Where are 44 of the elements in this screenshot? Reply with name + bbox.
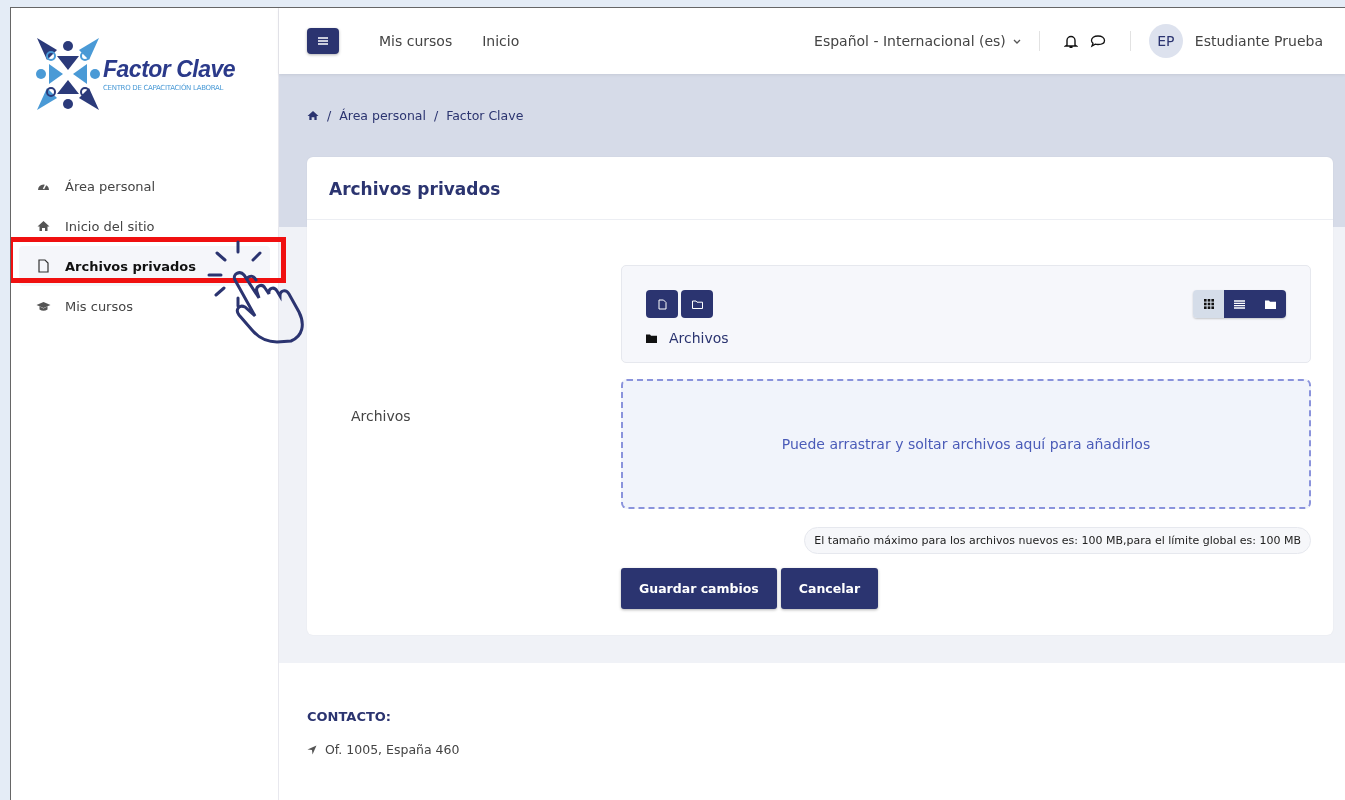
field-label: Archivos	[350, 407, 412, 426]
sidebar-item[interactable]: Mis cursos	[19, 286, 270, 326]
add-file-button[interactable]	[646, 290, 678, 318]
icons-view-button[interactable]	[1193, 290, 1224, 318]
nav-link[interactable]: Mis cursos	[379, 33, 453, 49]
location-arrow-icon	[307, 744, 317, 755]
logo-icon	[35, 36, 101, 112]
user-avatar[interactable]: EP	[1148, 24, 1183, 58]
save-button[interactable]: Guardar cambios	[621, 568, 777, 609]
create-folder-button[interactable]	[681, 290, 713, 318]
breadcrumb-link[interactable]: Área personal	[339, 108, 426, 123]
cancel-button[interactable]: Cancelar	[780, 568, 879, 609]
chat-icon[interactable]	[1089, 34, 1106, 48]
nav-link[interactable]: Inicio	[482, 33, 520, 49]
folder-icon	[691, 299, 703, 309]
file-icon	[657, 298, 667, 310]
folder-link[interactable]: Archivos	[669, 330, 729, 346]
breadcrumb-separator: /	[433, 108, 439, 123]
file-icon	[36, 259, 51, 273]
breadcrumb-link[interactable]: Factor Clave	[446, 108, 524, 123]
graduation-cap-icon	[36, 300, 51, 312]
list-view-button[interactable]	[1224, 290, 1255, 318]
footer-heading: CONTACTO:	[307, 709, 393, 724]
folder-icon	[646, 333, 657, 343]
logo-name: Factor Clave	[103, 56, 236, 83]
sidebar-item[interactable]: Inicio del sitio	[19, 206, 270, 246]
file-size-note: El tamaño máximo para los archivos nuevos es: 100 MB,para el límite global es: 100 MB	[804, 527, 1311, 554]
bell-icon[interactable]	[1063, 33, 1078, 49]
tree-view-button[interactable]	[1255, 290, 1286, 318]
language-menu[interactable]: Español - Internacional (es)	[814, 33, 1021, 49]
breadcrumb-separator: /	[327, 108, 332, 123]
drop-zone[interactable]: Puede arrastrar y soltar archivos aquí para añadirlos	[621, 379, 1311, 509]
sidebar-item[interactable]: Área personal	[19, 166, 270, 206]
grid-icon	[1203, 299, 1214, 309]
home-icon	[36, 220, 51, 232]
menu-button[interactable]	[307, 28, 339, 54]
menu-icon	[318, 37, 328, 45]
page-title: Archivos privados	[307, 157, 1333, 220]
folder-icon	[1265, 299, 1276, 309]
caret-icon	[1012, 38, 1021, 44]
footer-address: Of. 1005, España 460	[325, 742, 460, 757]
user-name[interactable]: Estudiante Prueba	[1194, 33, 1323, 49]
home-icon[interactable]	[307, 110, 319, 121]
list-icon	[1234, 299, 1245, 309]
